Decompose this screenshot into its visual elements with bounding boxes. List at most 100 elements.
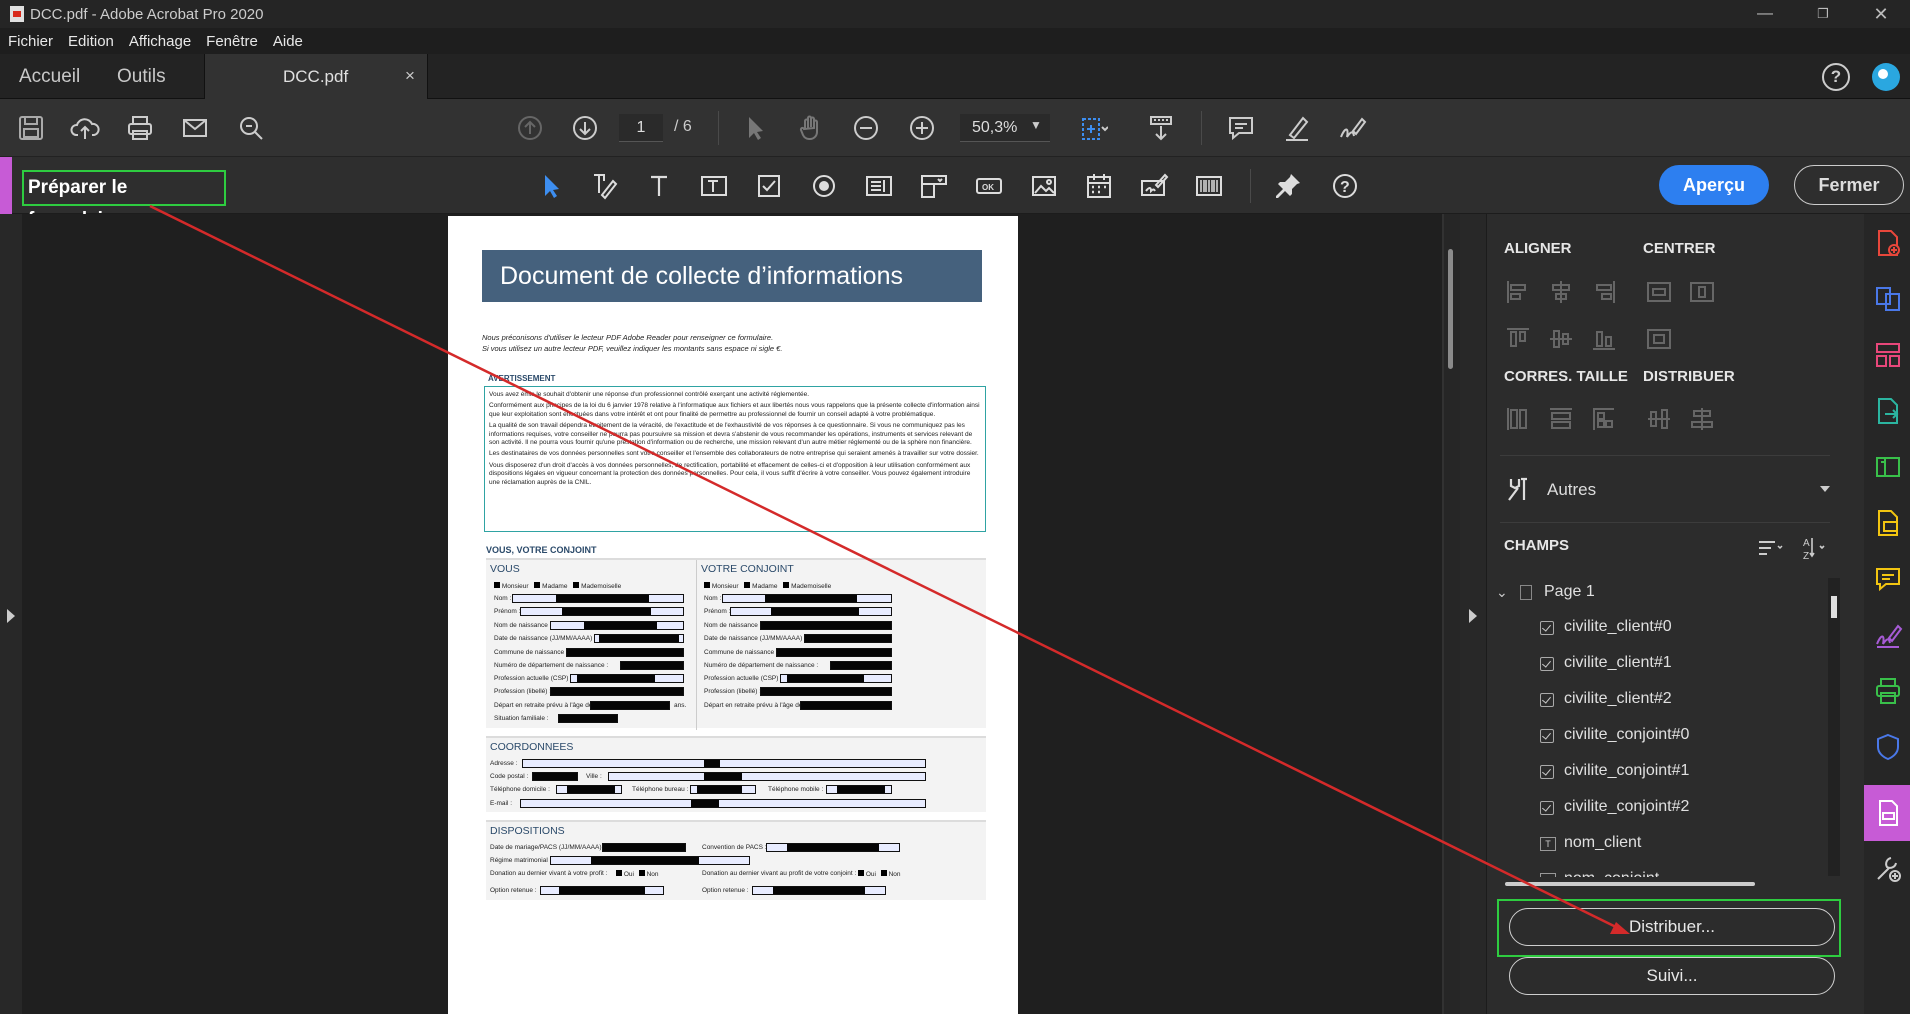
export-pdf-icon[interactable]	[1873, 396, 1903, 426]
field-input-departement-conjoint[interactable]	[830, 661, 892, 670]
account-avatar[interactable]	[1872, 63, 1900, 91]
checkbox-square[interactable]	[534, 582, 541, 588]
distribute-vertical-icon[interactable]	[1688, 405, 1716, 433]
highlight-pen-icon[interactable]	[1280, 112, 1314, 144]
date-field-icon[interactable]	[1081, 169, 1117, 203]
fit-page-icon[interactable]	[1076, 112, 1110, 144]
previous-page-icon[interactable]	[513, 112, 547, 144]
field-select-option-client[interactable]	[540, 886, 664, 895]
checkbox-square[interactable]	[616, 870, 622, 876]
zoom-out-icon[interactable]	[849, 112, 883, 144]
others-dropdown[interactable]: Autres	[1500, 470, 1830, 510]
track-button[interactable]: Suivi...	[1509, 957, 1835, 995]
menu-edition[interactable]: Edition	[68, 33, 114, 50]
prepare-form-rail-icon[interactable]	[1873, 798, 1903, 828]
minimize-button[interactable]: —	[1736, 0, 1794, 28]
field-input-commune-conjoint[interactable]	[776, 648, 892, 657]
dropdown-field-icon[interactable]	[916, 169, 952, 203]
center-horizontal-icon[interactable]	[1645, 278, 1673, 306]
save-icon[interactable]	[14, 112, 48, 144]
align-vertical-center-icon[interactable]	[1547, 325, 1575, 353]
radio-button-icon[interactable]	[806, 169, 842, 203]
field-input-retraite-conjoint[interactable]	[800, 701, 892, 710]
distribute-horizontal-icon[interactable]	[1645, 405, 1673, 433]
field-input-email[interactable]	[520, 799, 926, 808]
checkbox-square[interactable]	[880, 870, 887, 876]
field-input-ville[interactable]	[608, 772, 926, 781]
field-select-csp-client[interactable]	[570, 674, 684, 683]
field-select-situation[interactable]	[558, 714, 618, 723]
field-select-csp-conjoint[interactable]	[780, 674, 892, 683]
pin-icon[interactable]	[1270, 169, 1306, 203]
field-select-option-conjoint[interactable]	[752, 886, 886, 895]
print-production-icon[interactable]	[1873, 676, 1903, 706]
search-zoom-icon[interactable]	[234, 112, 268, 144]
sort-order-icon[interactable]	[1756, 534, 1784, 562]
hand-tool-icon[interactable]	[794, 112, 828, 144]
comment-tool-icon[interactable]	[1873, 508, 1903, 538]
field-input-prenom-conjoint[interactable]	[730, 607, 892, 616]
field-input-prenom-client[interactable]	[520, 607, 684, 616]
tab-accueil[interactable]: Accueil	[19, 66, 80, 88]
zoom-in-icon[interactable]	[905, 112, 939, 144]
annotate-icon[interactable]	[1873, 564, 1903, 594]
field-input-tel-bureau[interactable]	[690, 785, 756, 794]
field-input-profession-client[interactable]	[550, 687, 684, 696]
sign-icon[interactable]	[1335, 112, 1369, 144]
document-scrollbar[interactable]	[1444, 214, 1460, 1014]
upload-cloud-icon[interactable]	[68, 112, 102, 144]
preview-button[interactable]: Aperçu	[1659, 165, 1769, 205]
field-input-nom-conjoint[interactable]	[722, 594, 892, 603]
email-icon[interactable]	[178, 112, 212, 144]
maximize-button[interactable]: ❐	[1794, 0, 1852, 28]
button-field-icon[interactable]: OK	[971, 169, 1007, 203]
field-input-date-naissance-client[interactable]	[594, 634, 684, 643]
select-cursor-icon[interactable]	[738, 112, 772, 144]
fields-horizontal-scrollbar[interactable]	[1505, 882, 1755, 886]
fields-tree[interactable]: ⌄ Page 1 civilite_client#0 civilite_clie…	[1490, 572, 1832, 877]
align-right-icon[interactable]	[1590, 278, 1618, 306]
next-page-icon[interactable]	[568, 112, 602, 144]
form-help-icon[interactable]: ?	[1327, 169, 1363, 203]
combine-files-icon[interactable]	[1873, 284, 1903, 314]
checkbox-square[interactable]	[704, 582, 710, 588]
field-input-date-mariage[interactable]	[602, 843, 686, 852]
field-input-adresse[interactable]	[522, 759, 926, 768]
edit-pdf-icon[interactable]	[1873, 452, 1903, 482]
match-height-icon[interactable]	[1547, 405, 1575, 433]
edit-text-icon[interactable]	[586, 169, 622, 203]
protect-icon[interactable]	[1873, 732, 1903, 762]
fields-scrollbar[interactable]	[1828, 578, 1840, 876]
field-input-tel-mobile[interactable]	[826, 785, 892, 794]
checkbox-square[interactable]	[858, 870, 864, 876]
scrollbar-thumb[interactable]	[1448, 249, 1453, 369]
align-left-icon[interactable]	[1504, 278, 1532, 306]
more-tools-icon[interactable]	[1873, 854, 1903, 884]
zoom-dropdown-icon[interactable]: ▼	[1030, 118, 1042, 132]
field-input-tel-domicile[interactable]	[556, 785, 622, 794]
field-select-convention[interactable]	[766, 843, 900, 852]
print-icon[interactable]	[123, 112, 157, 144]
center-vertical-icon[interactable]	[1688, 278, 1716, 306]
signature-field-icon[interactable]	[1136, 169, 1172, 203]
center-both-icon[interactable]	[1645, 325, 1673, 353]
align-horizontal-center-icon[interactable]	[1547, 278, 1575, 306]
menu-aide[interactable]: Aide	[273, 33, 303, 50]
menu-affichage[interactable]: Affichage	[129, 33, 191, 50]
fill-sign-icon[interactable]	[1873, 620, 1903, 650]
sort-alpha-icon[interactable]: AZ	[1800, 534, 1828, 562]
field-input-code-postal[interactable]	[532, 772, 578, 781]
scrollbar-thumb[interactable]	[1831, 596, 1837, 618]
select-object-icon[interactable]	[533, 169, 569, 203]
align-bottom-icon[interactable]	[1590, 325, 1618, 353]
pdf-page[interactable]: Document de collecte d’informations Nous…	[448, 216, 1018, 1014]
page-number-input[interactable]: 1	[619, 114, 663, 142]
checkbox-square[interactable]	[573, 582, 580, 588]
tab-document[interactable]: DCC.pdf ×	[204, 54, 428, 99]
field-input-commune-client[interactable]	[566, 648, 684, 657]
match-width-icon[interactable]	[1504, 405, 1532, 433]
match-both-icon[interactable]	[1590, 405, 1618, 433]
organize-pages-icon[interactable]	[1873, 340, 1903, 370]
help-icon[interactable]: ?	[1822, 63, 1850, 91]
checkbox-square[interactable]	[744, 582, 751, 588]
